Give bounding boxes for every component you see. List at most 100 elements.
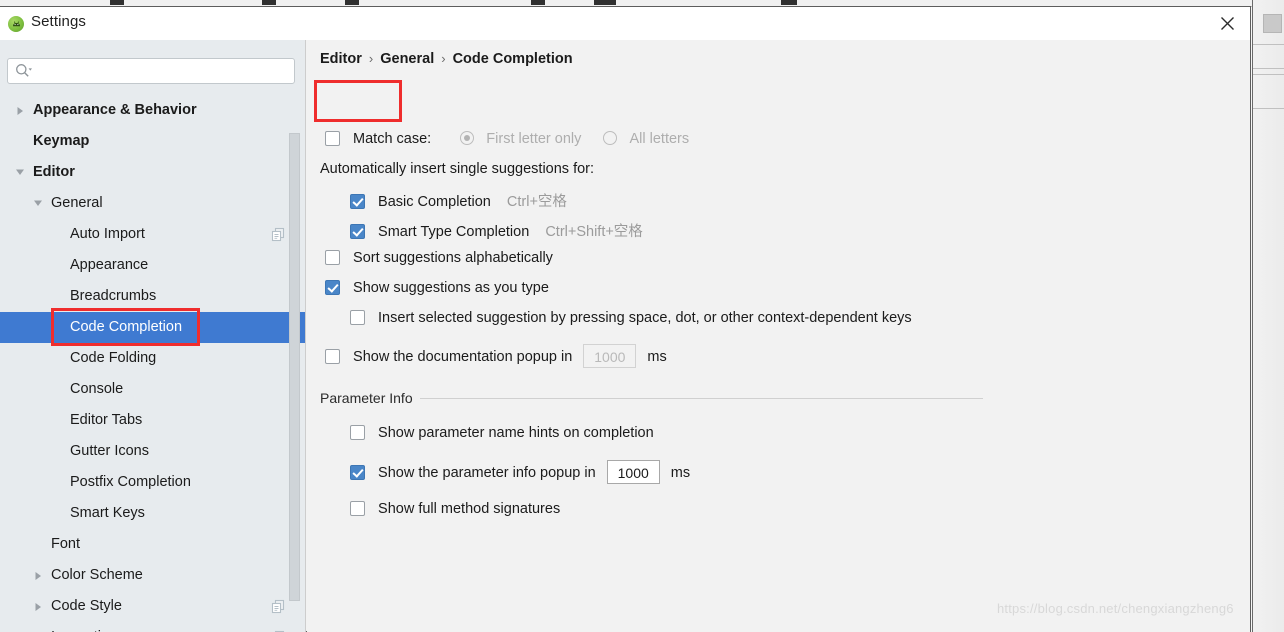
chevron-right-icon[interactable] (30, 591, 46, 622)
background-toolbar-tick (781, 0, 797, 5)
smart-type-completion-checkbox[interactable] (350, 223, 365, 239)
sidebar-item-auto-import[interactable]: Auto Import (0, 219, 305, 250)
background-right-row (1253, 44, 1284, 45)
param-hints-label: Show parameter name hints on completion (378, 425, 654, 442)
smart-type-completion-shortcut: Ctrl+Shift+空格 (545, 224, 643, 240)
doc-popup-checkbox[interactable] (325, 348, 340, 364)
copy-icon[interactable] (271, 227, 286, 242)
sort-suggestions-row: Sort suggestions alphabetically (325, 249, 553, 267)
sort-suggestions-checkbox[interactable] (325, 249, 340, 265)
param-hints-row: Show parameter name hints on completion (350, 424, 654, 442)
sidebar-item-code-folding[interactable]: Code Folding (0, 343, 305, 374)
sidebar-item-label: Auto Import (70, 226, 145, 242)
chevron-right-icon[interactable] (30, 560, 46, 591)
first-letter-only-radio[interactable] (460, 131, 475, 146)
search-icon[interactable] (15, 63, 33, 79)
close-icon[interactable] (1204, 7, 1250, 40)
sidebar-item-gutter-icons[interactable]: Gutter Icons (0, 436, 305, 467)
doc-popup-delay-input[interactable]: 1000 (583, 344, 637, 368)
breadcrumb-part[interactable]: General (380, 51, 434, 67)
doc-popup-unit: ms (647, 349, 667, 365)
sidebar-item-label: General (51, 195, 103, 211)
parameter-info-title: Parameter Info (320, 390, 413, 406)
insert-selected-checkbox[interactable] (350, 309, 365, 325)
parameter-info-separator (420, 398, 983, 399)
breadcrumb-separator: › (441, 51, 446, 66)
background-right-row (1253, 74, 1284, 75)
sidebar-item-label: Smart Keys (70, 505, 145, 521)
doc-popup-row: Show the documentation popup in 1000 ms (325, 344, 667, 369)
sidebar-item-label: Color Scheme (51, 567, 143, 583)
sidebar-scrollbar[interactable] (289, 133, 300, 601)
sidebar-item-breadcrumbs[interactable]: Breadcrumbs (0, 281, 305, 312)
sidebar-item-color-scheme[interactable]: Color Scheme (0, 560, 305, 591)
full-signatures-row: Show full method signatures (350, 500, 561, 518)
sidebar-item-editor[interactable]: Editor (0, 157, 305, 188)
sidebar-item-inspections[interactable]: Inspections (0, 622, 305, 632)
search-field[interactable] (7, 58, 295, 84)
dialog-title: Settings (31, 13, 86, 30)
chevron-right-icon[interactable] (12, 95, 28, 126)
sidebar-item-label: Editor Tabs (70, 412, 143, 428)
sidebar-item-console[interactable]: Console (0, 374, 305, 405)
param-popup-label: Show the parameter info popup in (378, 465, 596, 481)
param-popup-delay-input[interactable]: 1000 (606, 460, 660, 484)
param-popup-row: Show the parameter info popup in 1000 ms (350, 460, 691, 485)
full-signatures-label: Show full method signatures (378, 501, 561, 518)
sidebar-item-code-completion[interactable]: Code Completion (0, 312, 305, 343)
sidebar-item-label: Code Folding (70, 350, 157, 366)
background-toolbar-tick (110, 0, 124, 5)
watermark: https://blog.csdn.net/chengxiangzheng6 (997, 601, 1234, 616)
sidebar-item-postfix-completion[interactable]: Postfix Completion (0, 467, 305, 498)
param-popup-checkbox[interactable] (350, 464, 365, 480)
dialog-titlebar: Settings (0, 7, 1250, 40)
search-input[interactable] (37, 62, 289, 80)
all-letters-radio[interactable] (603, 131, 618, 146)
param-popup-unit: ms (670, 465, 691, 481)
sidebar-item-appearance[interactable]: Appearance (0, 250, 305, 281)
match-case-row: Match case: First letter only All letter… (325, 130, 689, 148)
sidebar-item-editor-tabs[interactable]: Editor Tabs (0, 405, 305, 436)
chevron-down-icon[interactable] (12, 157, 28, 188)
sidebar-item-keymap[interactable]: Keymap (0, 126, 305, 157)
sidebar-item-label: Breadcrumbs (70, 288, 157, 304)
sidebar-item-appearance-behavior[interactable]: Appearance & Behavior (0, 95, 305, 126)
sidebar-item-general[interactable]: General (0, 188, 305, 219)
smart-type-completion-row: Smart Type Completion Ctrl+Shift+空格 (350, 220, 643, 241)
sidebar-item-label: Appearance & Behavior (33, 102, 197, 118)
basic-completion-row: Basic Completion Ctrl+空格 (350, 190, 567, 211)
insert-selected-label: Insert selected suggestion by pressing s… (378, 310, 912, 327)
breadcrumb-part[interactable]: Code Completion (453, 51, 573, 67)
sort-suggestions-label: Sort suggestions alphabetically (353, 250, 553, 267)
sidebar-item-label: Code Style (51, 598, 122, 614)
auto-insert-header: Automatically insert single suggestions … (320, 161, 595, 177)
basic-completion-checkbox[interactable] (350, 193, 365, 209)
sidebar-item-code-style[interactable]: Code Style (0, 591, 305, 622)
background-right-panel (1252, 0, 1284, 632)
full-signatures-checkbox[interactable] (350, 500, 365, 516)
sidebar-item-smart-keys[interactable]: Smart Keys (0, 498, 305, 529)
show-suggestions-label: Show suggestions as you type (353, 280, 549, 297)
breadcrumb-part[interactable]: Editor (320, 51, 362, 67)
screen: Settings Appearance & Behavior Keymap Ed… (0, 0, 1284, 632)
first-letter-only-label: First letter only (486, 131, 582, 148)
sidebar-item-label: Appearance (70, 257, 149, 273)
doc-popup-label: Show the documentation popup in (353, 349, 573, 365)
sidebar-item-label: Console (70, 381, 124, 397)
show-suggestions-checkbox[interactable] (325, 279, 340, 295)
sidebar-item-label: Code Completion (70, 319, 183, 335)
settings-tree: Appearance & Behavior Keymap Editor General… (0, 95, 305, 632)
background-toolbar-tick (262, 0, 276, 5)
match-case-checkbox[interactable] (325, 130, 340, 146)
copy-icon[interactable] (271, 599, 286, 614)
chevron-down-icon[interactable] (30, 188, 46, 219)
sidebar-item-font[interactable]: Font (0, 529, 305, 560)
breadcrumb: Editor › General › Code Completion (320, 51, 573, 67)
background-right-square (1263, 14, 1282, 33)
param-hints-checkbox[interactable] (350, 424, 365, 440)
sidebar-item-label: Editor (33, 164, 75, 180)
sidebar-item-label: Inspections (51, 622, 124, 632)
match-case-label: Match case: (353, 131, 432, 148)
breadcrumb-separator: › (368, 51, 374, 66)
chevron-right-icon[interactable] (30, 622, 46, 632)
